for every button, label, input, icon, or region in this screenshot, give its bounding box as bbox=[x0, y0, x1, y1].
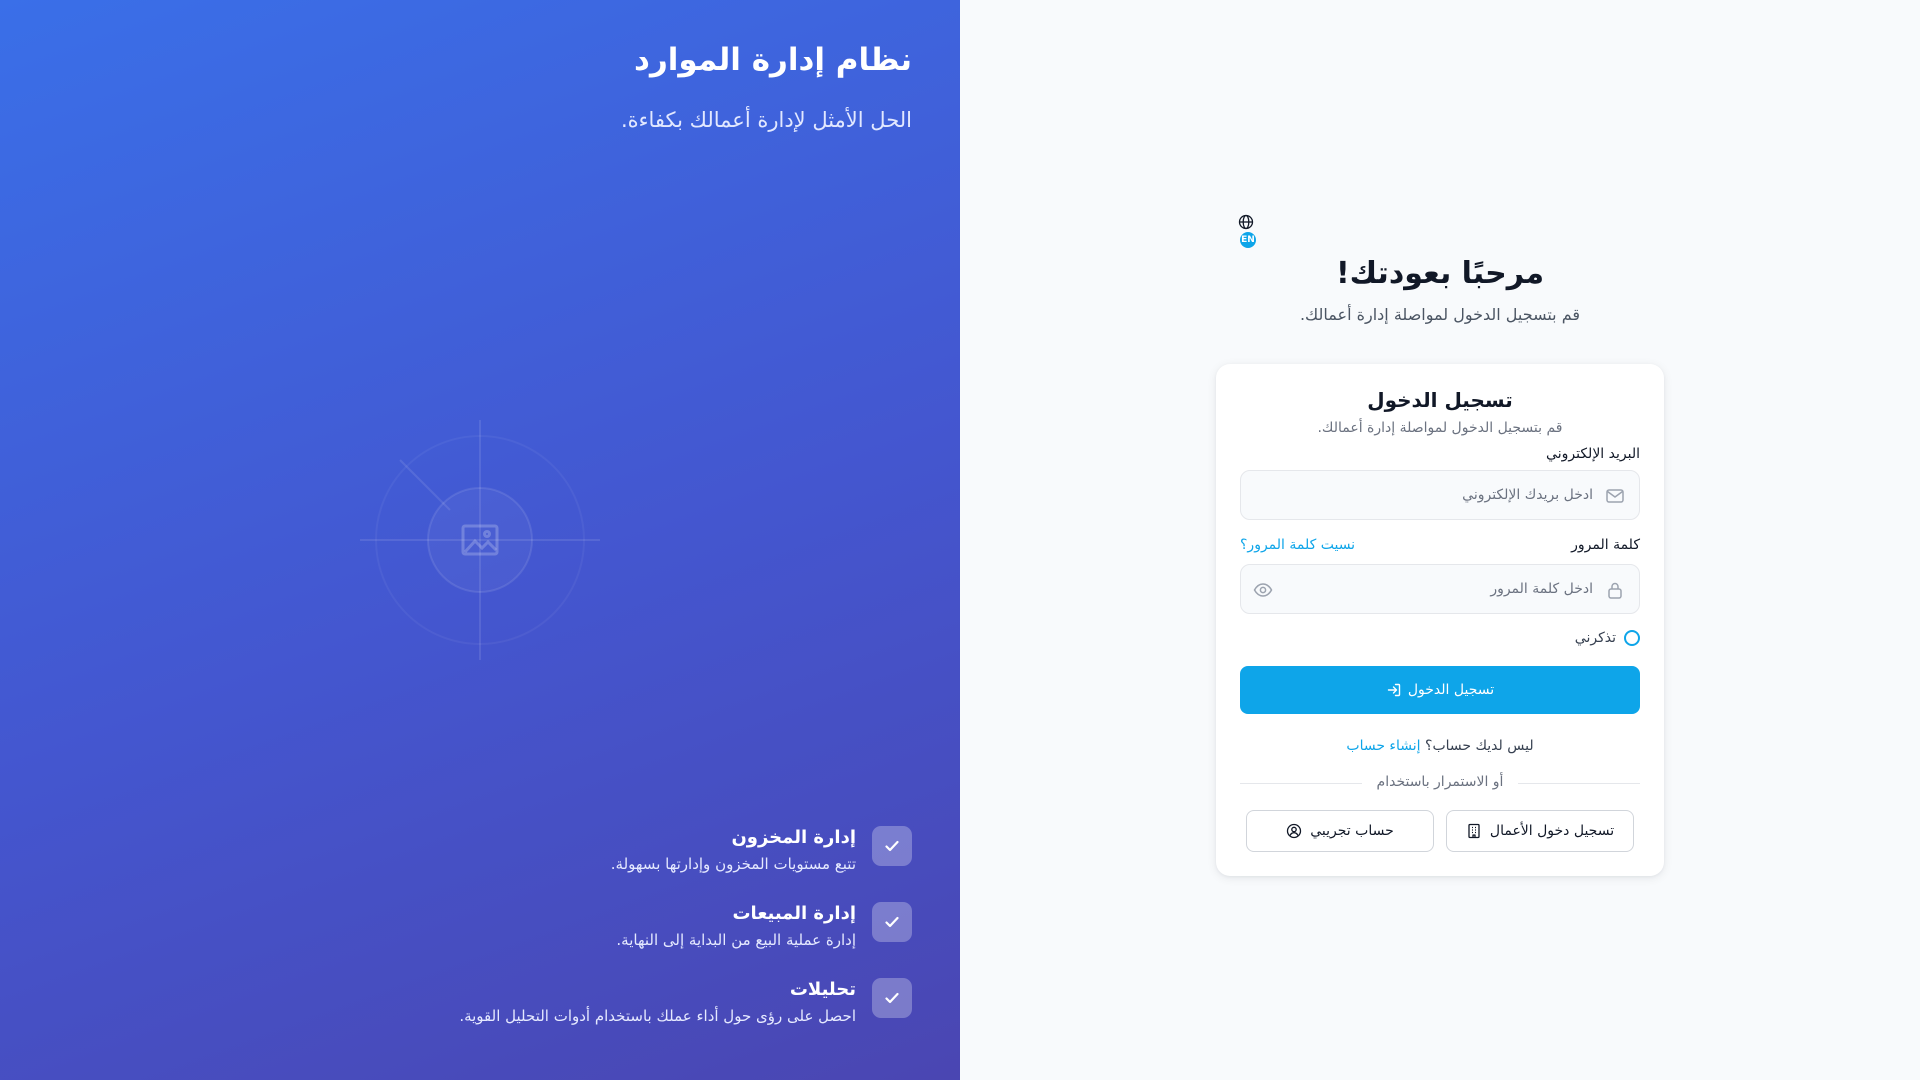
feature-title: إدارة المبيعات bbox=[732, 903, 856, 924]
language-switch-button[interactable]: EN bbox=[1226, 214, 1256, 248]
feature-description: احصل على رؤى حول أداء عملك باستخدام أدوا… bbox=[459, 1007, 856, 1025]
feature-title: تحليلات bbox=[789, 979, 856, 1000]
remember-me-option[interactable]: تذكرني bbox=[1575, 630, 1640, 646]
lock-icon bbox=[1608, 582, 1622, 599]
remember-me-label: تذكرني bbox=[1574, 630, 1616, 646]
feature-title: إدارة المخزون bbox=[731, 827, 856, 848]
hero-subtitle: الحل الأمثل لإدارة أعمالك بكفاءة. bbox=[620, 108, 912, 132]
password-field[interactable] bbox=[1285, 565, 1593, 613]
welcome-subtitle: قم بتسجيل الدخول لمواصلة إدارة أعمالك. bbox=[1299, 305, 1581, 324]
forgot-password-link[interactable]: نسيت كلمة المرور؟ bbox=[1240, 537, 1355, 553]
signup-prompt: ليس لديك حساب؟ إنشاء حساب bbox=[1216, 738, 1664, 754]
login-submit-button[interactable]: تسجيل الدخول bbox=[1240, 666, 1640, 714]
feature-item-sales: إدارة المبيعات إدارة عملية البيع من البد… bbox=[392, 902, 912, 952]
login-submit-label: تسجيل الدخول bbox=[1407, 682, 1495, 698]
check-icon bbox=[872, 826, 912, 866]
login-arrow-icon bbox=[1387, 683, 1401, 697]
eye-icon[interactable] bbox=[1253, 580, 1273, 600]
divider: أو الاستمرار باستخدام bbox=[1240, 774, 1640, 792]
demo-account-button[interactable]: حساب تجريبي bbox=[1246, 810, 1434, 852]
email-label: البريد الإلكتروني bbox=[1546, 446, 1640, 462]
feature-description: تتبع مستويات المخزون وإدارتها بسهولة. bbox=[610, 855, 856, 873]
image-placeholder-icon bbox=[360, 420, 600, 660]
welcome-title: مرحبًا بعودتك! bbox=[1335, 256, 1545, 291]
divider-line bbox=[1240, 783, 1362, 784]
welcome-header: مرحبًا بعودتك! قم بتسجيل الدخول لمواصلة … bbox=[1216, 256, 1664, 324]
email-field[interactable] bbox=[1285, 471, 1593, 519]
feature-item-inventory: إدارة المخزون تتبع مستويات المخزون وإدار… bbox=[392, 826, 912, 876]
globe-icon bbox=[1238, 214, 1254, 230]
user-circle-icon bbox=[1287, 823, 1302, 839]
language-badge: EN bbox=[1240, 232, 1256, 248]
check-icon bbox=[872, 978, 912, 1018]
feature-item-analytics: تحليلات احصل على رؤى حول أداء عملك باستخ… bbox=[392, 978, 912, 1028]
hero-panel: نظام إدارة الموارد الحل الأمثل لإدارة أع… bbox=[0, 0, 960, 1080]
password-label: كلمة المرور bbox=[1571, 537, 1640, 553]
remember-me-radio[interactable] bbox=[1624, 630, 1640, 646]
check-icon bbox=[872, 902, 912, 942]
login-card-subtitle: قم بتسجيل الدخول لمواصلة إدارة أعمالك. bbox=[1317, 420, 1563, 436]
demo-account-label: حساب تجريبي bbox=[1310, 823, 1394, 839]
no-account-text: ليس لديك حساب؟ bbox=[1425, 738, 1534, 754]
divider-text: أو الاستمرار باستخدام bbox=[1376, 774, 1504, 790]
password-field-wrapper bbox=[1240, 564, 1640, 614]
login-card: تسجيل الدخول قم بتسجيل الدخول لمواصلة إد… bbox=[1216, 364, 1664, 876]
feature-description: إدارة عملية البيع من البداية إلى النهاية… bbox=[616, 931, 856, 949]
business-login-label: تسجيل دخول الأعمال bbox=[1489, 823, 1615, 839]
signup-link[interactable]: إنشاء حساب bbox=[1346, 738, 1420, 754]
email-field-wrapper bbox=[1240, 470, 1640, 520]
features-list: إدارة المخزون تتبع مستويات المخزون وإدار… bbox=[392, 826, 912, 1054]
building-icon bbox=[1468, 823, 1480, 839]
login-card-title: تسجيل الدخول bbox=[1367, 388, 1513, 412]
business-login-button[interactable]: تسجيل دخول الأعمال bbox=[1446, 810, 1634, 852]
mail-icon bbox=[1606, 489, 1624, 503]
hero-title: نظام إدارة الموارد bbox=[634, 42, 912, 78]
